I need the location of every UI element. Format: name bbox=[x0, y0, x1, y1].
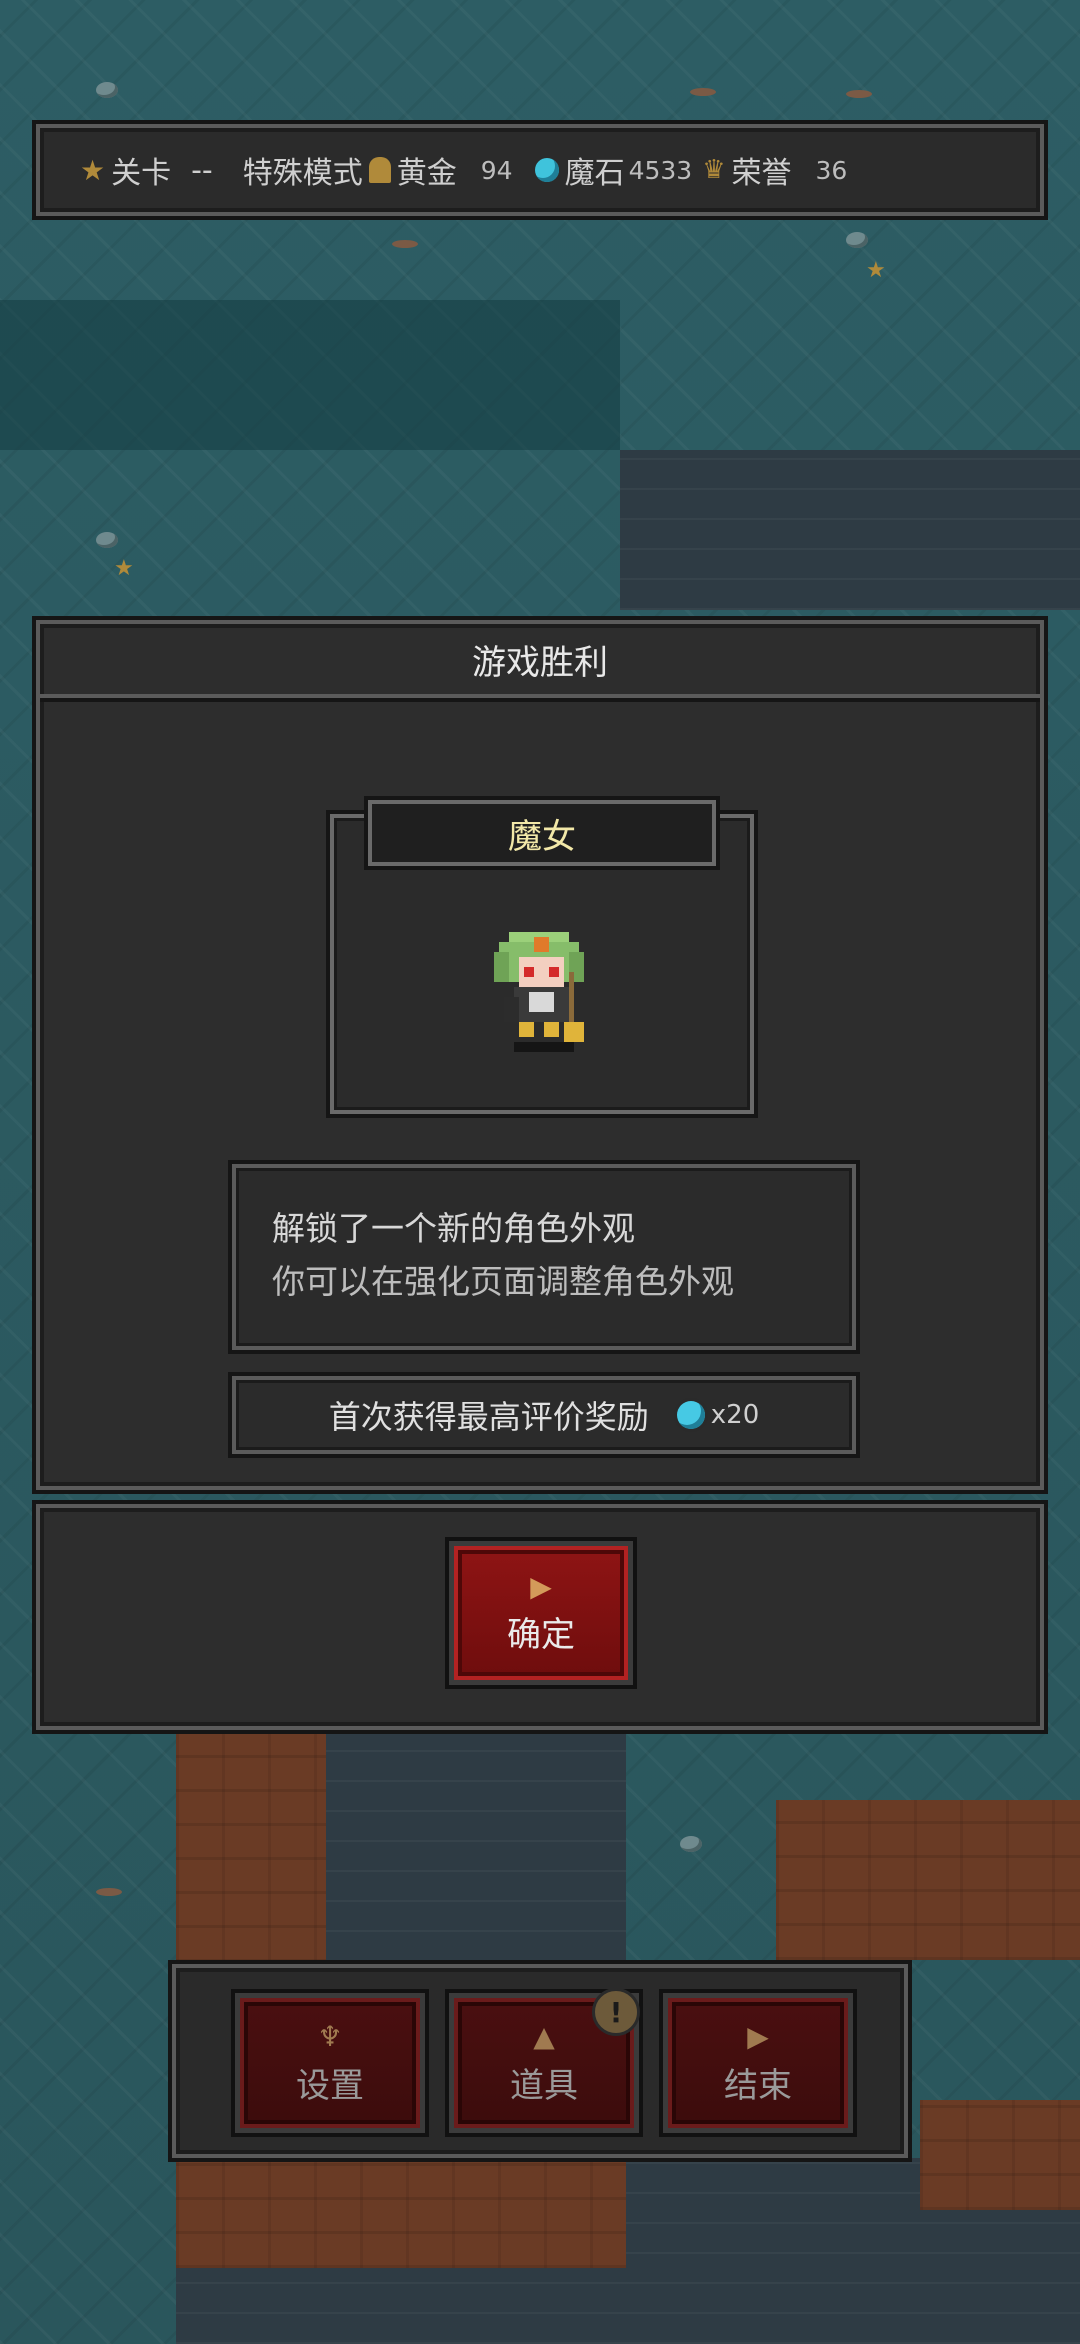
fish-icon bbox=[96, 1888, 122, 1896]
map-tile-dirt bbox=[176, 1732, 326, 1962]
map-tile-water bbox=[0, 300, 620, 450]
unlock-message: 解锁了一个新的角色外观 bbox=[272, 1209, 635, 1248]
victory-dialog: 游戏胜利 魔女 解锁了一个新的角色外观 你可以在强化页面调整角色外观 首次获得最… bbox=[36, 620, 1044, 1490]
gold-label: 黄金 bbox=[396, 156, 457, 191]
reward-box: 首次获得最高评价奖励 x20 bbox=[232, 1376, 856, 1454]
star-icon: ★ bbox=[866, 258, 886, 283]
end-label: 结束 bbox=[724, 2065, 792, 2106]
fish-icon bbox=[690, 88, 716, 96]
fish-icon bbox=[392, 240, 418, 248]
mode-label: 特殊模式 bbox=[242, 156, 363, 191]
fish-icon bbox=[846, 90, 872, 98]
honor-crown-icon: ♛ bbox=[702, 155, 726, 185]
play-icon: ▶ bbox=[530, 1569, 552, 1603]
map-tile-dark bbox=[326, 1732, 626, 1962]
confirm-button[interactable]: ▶ 确定 bbox=[454, 1546, 628, 1680]
map-tile-dark bbox=[620, 450, 1080, 610]
rock-icon bbox=[680, 1836, 702, 1852]
wrench-icon: ♆ bbox=[317, 2019, 343, 2053]
items-label: 道具 bbox=[510, 2065, 578, 2106]
unlock-hint: 你可以在强化页面调整角色外观 bbox=[272, 1262, 734, 1301]
rock-icon bbox=[846, 232, 868, 248]
character-card: 魔女 bbox=[330, 800, 754, 1114]
status-bar: ★ 关卡 -- 特殊模式 黄金 94 魔石 4533 ♛ 荣誉 36 bbox=[36, 124, 1044, 216]
confirm-panel: ▶ 确定 bbox=[36, 1504, 1044, 1730]
map-tile-dark bbox=[176, 2268, 626, 2344]
witch-sprite-icon bbox=[494, 932, 584, 1052]
unlock-info-box: 解锁了一个新的角色外观 你可以在强化页面调整角色外观 bbox=[232, 1164, 856, 1350]
dialog-title: 游戏胜利 bbox=[40, 624, 1040, 698]
honor-label: 荣誉 bbox=[731, 156, 792, 191]
honor-value: 36 bbox=[815, 155, 848, 185]
magic-stone-label: 魔石 bbox=[564, 156, 625, 191]
character-name: 魔女 bbox=[368, 800, 716, 866]
map-tile-dirt bbox=[776, 1800, 1080, 1960]
settings-label: 设置 bbox=[296, 2065, 364, 2106]
bottom-menu: ♆ 设置 ▲ 道具 ! ▶ 结束 bbox=[172, 1964, 908, 2158]
star-icon: ★ bbox=[114, 556, 134, 581]
potion-icon: ▲ bbox=[533, 2019, 555, 2053]
settings-button[interactable]: ♆ 设置 bbox=[240, 1998, 420, 2128]
magic-stone-icon bbox=[534, 158, 559, 182]
items-button[interactable]: ▲ 道具 ! bbox=[454, 1988, 640, 2128]
gold-value: 94 bbox=[480, 155, 513, 185]
magic-stone-icon bbox=[676, 1401, 705, 1429]
reward-text: 首次获得最高评价奖励 bbox=[328, 1398, 649, 1436]
reward-value: x20 bbox=[710, 1400, 760, 1430]
rock-icon bbox=[96, 532, 118, 548]
alert-icon: ! bbox=[592, 1988, 640, 2036]
confirm-label: 确定 bbox=[507, 1614, 575, 1655]
stage-value: -- bbox=[191, 152, 213, 188]
play-icon: ▶ bbox=[747, 2019, 769, 2053]
magic-stone-value: 4533 bbox=[628, 155, 693, 185]
stage-label: 关卡 bbox=[111, 156, 172, 191]
map-tile-dirt bbox=[176, 2158, 626, 2268]
star-icon: ★ bbox=[80, 153, 106, 187]
rock-icon bbox=[96, 82, 118, 98]
gold-icon bbox=[368, 157, 391, 183]
end-button[interactable]: ▶ 结束 bbox=[668, 1998, 848, 2128]
map-tile-dirt bbox=[920, 2100, 1080, 2210]
